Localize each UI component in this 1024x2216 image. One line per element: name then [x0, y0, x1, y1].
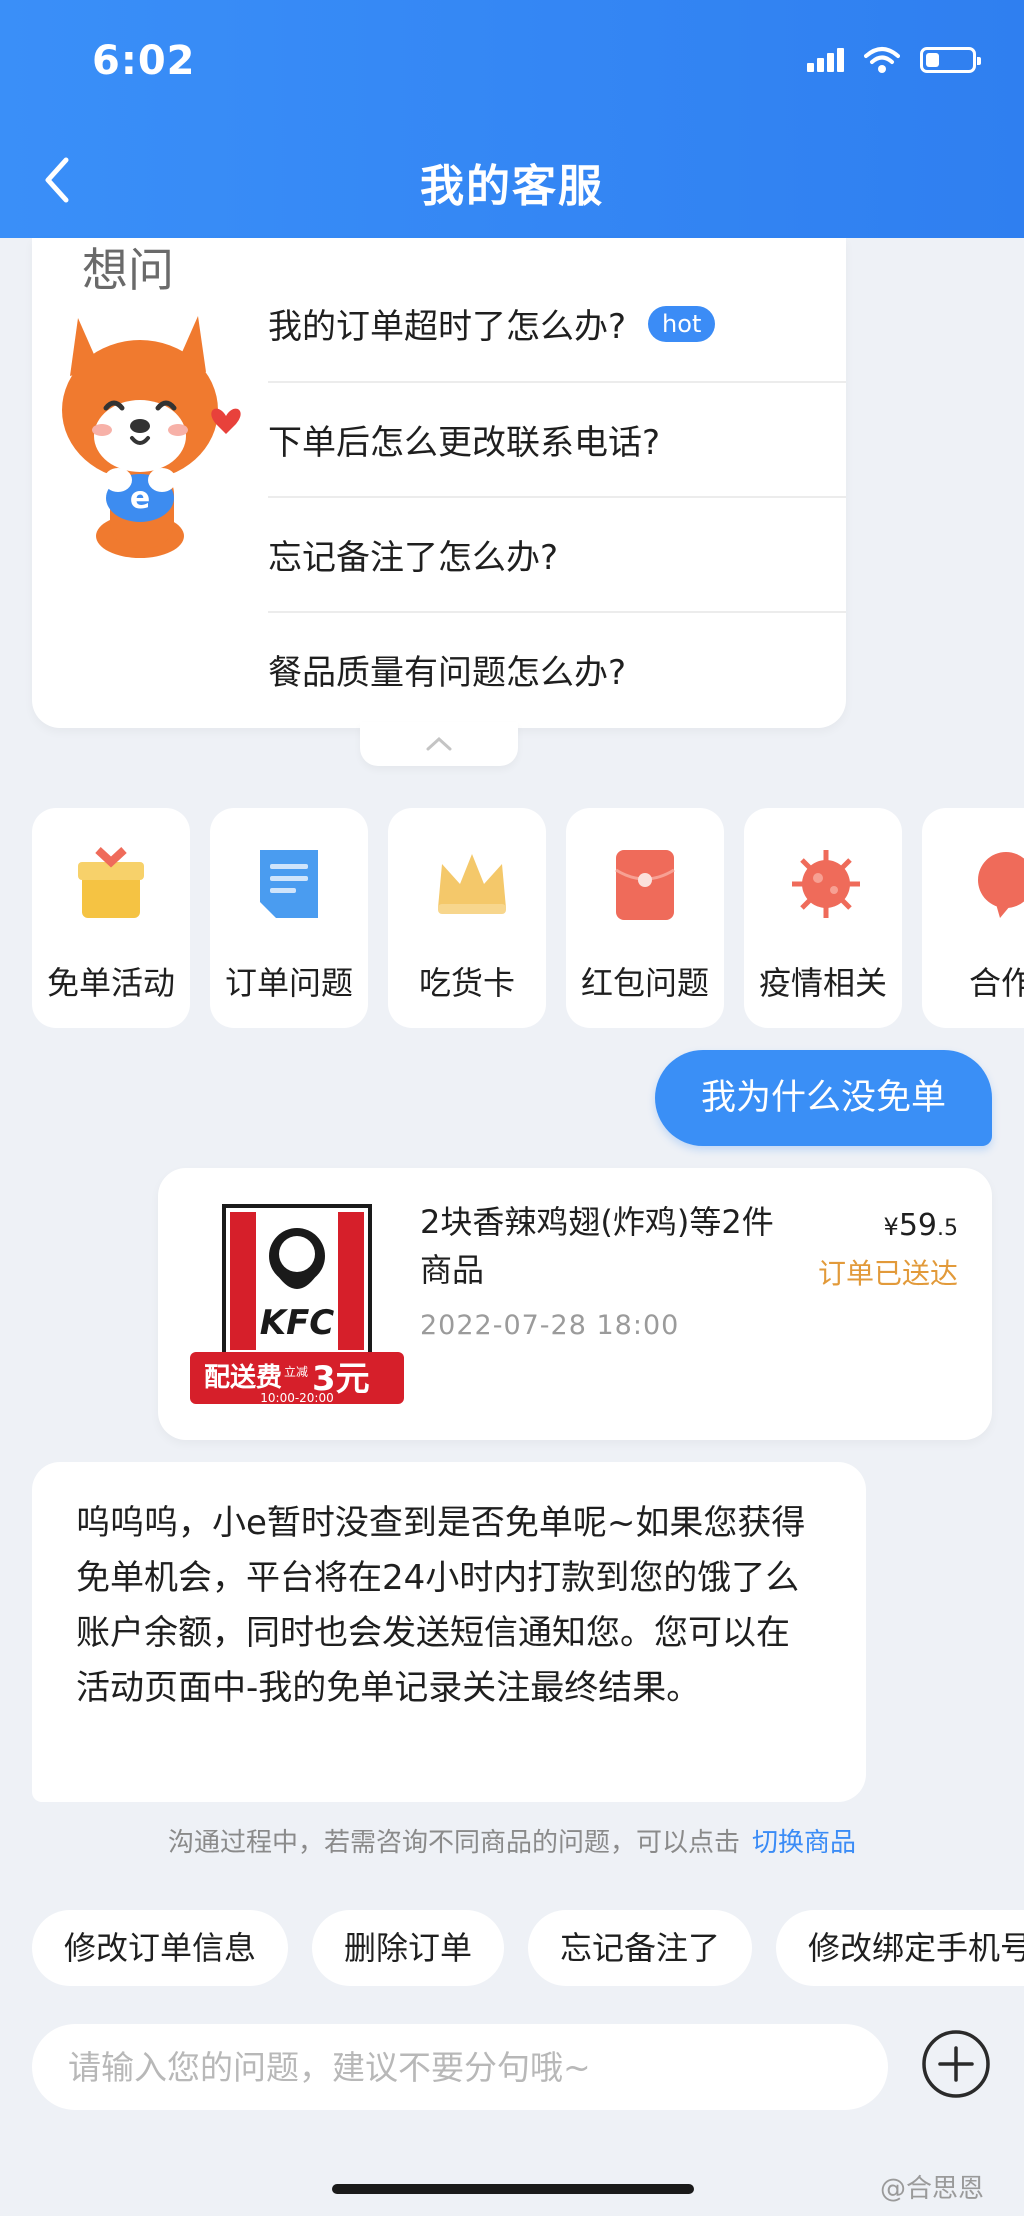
status-icons: [807, 46, 981, 74]
category-label: 订单问题: [224, 964, 353, 1002]
order-card[interactable]: KFC 配送费 立减 3元 10:00-20:00 2块香辣鸡翅(炸鸡)等2件商…: [158, 1168, 992, 1440]
faq-question-list: 我的订单超时了怎么办? hot 下单后怎么更改联系电话? 忘记备注了怎么办? 餐…: [268, 266, 846, 726]
category-foodie-card[interactable]: 吃货卡: [388, 808, 546, 1028]
order-status: 订单已送达: [817, 1257, 958, 1290]
home-indicator[interactable]: [332, 2184, 694, 2194]
collapse-faq-button[interactable]: [360, 722, 518, 766]
faq-heading: 想问: [82, 243, 174, 297]
quick-reply-chip[interactable]: 忘记备注了: [528, 1910, 753, 1986]
signal-icon: [807, 48, 844, 72]
bot-message-bubble: 呜呜呜，小e暂时没查到是否免单呢~如果您获得免单机会，平台将在24小时内打款到您…: [32, 1462, 866, 1802]
user-message-bubble: 我为什么没免单: [654, 1050, 992, 1146]
hint-text: 沟通过程中，若需咨询不同商品的问题，可以点击: [167, 1828, 740, 1858]
quick-reply-chip[interactable]: 删除订单: [312, 1910, 505, 1986]
quick-reply-chip[interactable]: 修改绑定手机号: [776, 1910, 1024, 1986]
category-red-envelope[interactable]: 红包问题: [566, 808, 724, 1028]
order-title: 2块香辣鸡翅(炸鸡)等2件商品: [420, 1203, 774, 1289]
faq-question[interactable]: 餐品质量有问题怎么办?: [268, 611, 846, 726]
faq-question-text: 我的订单超时了怎么办?: [268, 307, 627, 347]
battery-icon: [920, 47, 981, 73]
question-input[interactable]: [32, 2024, 888, 2110]
status-time: 6:02: [92, 38, 196, 84]
price-integer: 59: [898, 1208, 937, 1243]
hot-badge: hot: [648, 305, 716, 342]
faq-question-text: 餐品质量有问题怎么办?: [268, 653, 627, 693]
faq-question[interactable]: 忘记备注了怎么办?: [268, 496, 846, 611]
promo-sub: 立减: [284, 1364, 308, 1379]
chat-bubble-icon: [978, 852, 1024, 918]
shiba-mascot-icon: e: [62, 316, 241, 558]
category-label: 红包问题: [580, 964, 709, 1002]
faq-question-text: 忘记备注了怎么办?: [268, 538, 559, 578]
quick-reply-row: 修改订单信息 删除订单 忘记备注了 修改绑定手机号: [32, 1910, 1024, 1988]
faq-question[interactable]: 我的订单超时了怎么办? hot: [268, 266, 846, 381]
category-label: 合作: [968, 964, 1024, 1002]
kfc-logo-text: KFC: [260, 1303, 335, 1343]
order-time: 2022-07-28 18:00: [420, 1310, 680, 1341]
price-decimal: .5: [937, 1216, 958, 1241]
faq-question[interactable]: 下单后怎么更改联系电话?: [268, 381, 846, 496]
crown-icon: [438, 854, 506, 914]
svg-text:e: e: [130, 481, 150, 516]
kfc-logo: KFC 配送费 立减 3元 10:00-20:00: [190, 1204, 404, 1404]
order-price: ¥59.5: [884, 1208, 958, 1243]
category-cooperation[interactable]: 合作: [922, 808, 1024, 1028]
wifi-icon: [864, 47, 900, 73]
category-epidemic[interactable]: 疫情相关: [744, 808, 902, 1028]
chevron-up-icon: [426, 736, 452, 751]
switch-product-link[interactable]: 切换商品: [752, 1828, 856, 1858]
gift-icon: [78, 847, 144, 918]
price-currency: ¥: [883, 1213, 899, 1241]
virus-icon: [792, 850, 860, 918]
faq-card: 想问 e 我的订单超时了怎么办? hot 下单后怎么更改联系电话? 忘记备注了怎…: [32, 238, 846, 728]
promo-text: 配送费: [204, 1363, 282, 1393]
promo-hours: 10:00-20:00: [260, 1391, 334, 1404]
watermark-text: @合思恩: [879, 2174, 984, 2204]
page-title: 我的客服: [420, 161, 604, 212]
red-envelope-icon: [615, 850, 675, 920]
category-label: 免单活动: [46, 964, 175, 1002]
category-label: 疫情相关: [758, 964, 887, 1002]
faq-question-text: 下单后怎么更改联系电话?: [268, 423, 661, 463]
category-order-issue[interactable]: 订单问题: [210, 808, 368, 1028]
quick-reply-chip[interactable]: 修改订单信息: [32, 1910, 289, 1986]
plus-icon[interactable]: [920, 2028, 992, 2100]
category-free-order[interactable]: 免单活动: [32, 808, 190, 1028]
category-label: 吃货卡: [418, 964, 515, 1002]
switch-product-hint: 沟通过程中，若需咨询不同商品的问题，可以点击 切换商品: [0, 1822, 1024, 1859]
document-icon: [260, 850, 318, 918]
category-row: 免单活动 订单问题 吃货卡 红包问题 疫情相关 合作: [32, 808, 1024, 1030]
header-bar: 6:02 我的客服: [0, 0, 1024, 238]
